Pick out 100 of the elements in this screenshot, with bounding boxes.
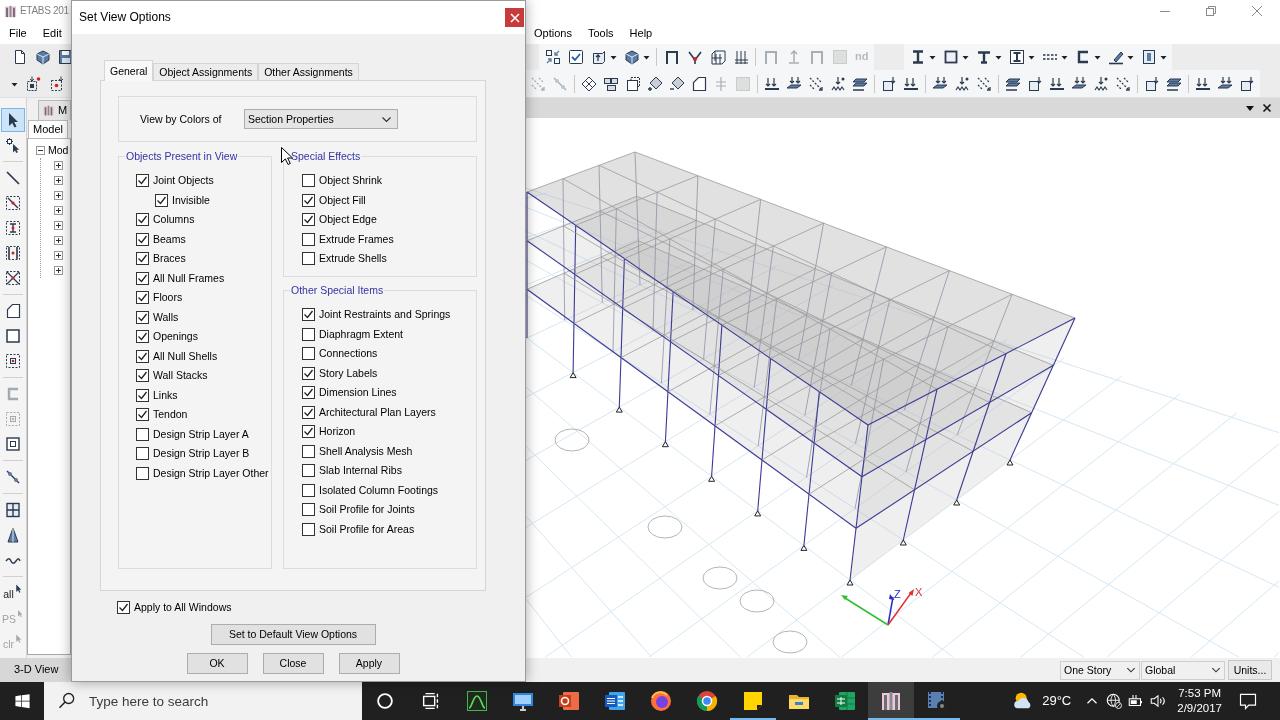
- checkbox[interactable]: [302, 464, 315, 478]
- checkbox[interactable]: [136, 349, 149, 363]
- joint-marker-icon[interactable]: [25, 75, 41, 92]
- box-arrow-icon[interactable]: [590, 49, 607, 65]
- joint-icon[interactable]: [686, 49, 703, 65]
- checkbox[interactable]: [302, 503, 315, 517]
- spring-icon[interactable]: [830, 75, 846, 92]
- column-panel-icon[interactable]: [1140, 49, 1157, 65]
- stacked-slabs-icon[interactable]: [852, 75, 868, 92]
- spring-icon[interactable]: [1093, 75, 1109, 92]
- dropdown[interactable]: One Story: [1060, 660, 1140, 680]
- checkbox[interactable]: [136, 466, 149, 480]
- globe-icon[interactable]: [1105, 692, 1124, 710]
- diamond-grid-icon[interactable]: [581, 75, 597, 92]
- checkbox[interactable]: [136, 252, 149, 266]
- default-options-button[interactable]: Set to Default View Options: [210, 624, 376, 645]
- tab[interactable]: Model: [28, 120, 68, 138]
- checkbox[interactable]: [136, 330, 149, 344]
- checkbox[interactable]: [136, 232, 149, 246]
- checkbox[interactable]: [302, 405, 315, 419]
- checkbox[interactable]: [136, 174, 149, 188]
- checkbox[interactable]: [117, 600, 130, 614]
- tab[interactable]: Object Assignments: [153, 63, 259, 80]
- caret-down-icon[interactable]: [1245, 103, 1255, 113]
- expand-icon[interactable]: [54, 221, 63, 230]
- pencil-icon[interactable]: [1107, 49, 1124, 65]
- checkbox[interactable]: [302, 252, 315, 266]
- checkbox[interactable]: [302, 193, 315, 207]
- checkbox[interactable]: [302, 174, 315, 188]
- close-button[interactable]: [505, 8, 524, 27]
- checkbox[interactable]: [136, 310, 149, 324]
- checkbox[interactable]: [136, 388, 149, 402]
- beam-arrows-icon[interactable]: [1195, 75, 1211, 92]
- expand-icon[interactable]: [54, 266, 63, 275]
- diagonal-arrows-icon[interactable]: [1115, 75, 1131, 92]
- checkbox[interactable]: [302, 366, 315, 380]
- elevation-grid-icon[interactable]: [709, 49, 726, 65]
- expand-icon[interactable]: [54, 161, 63, 170]
- checkbox[interactable]: [302, 386, 315, 400]
- tool-button[interactable]: all: [1, 581, 25, 605]
- checkbox[interactable]: [136, 369, 149, 383]
- box-arrows-icon[interactable]: [1027, 75, 1043, 92]
- polygon-icon[interactable]: [691, 75, 707, 92]
- box-arrows-icon[interactable]: [1144, 75, 1160, 92]
- checkbox[interactable]: [302, 425, 315, 439]
- checkbox[interactable]: [302, 213, 315, 227]
- checkbox[interactable]: [302, 444, 315, 458]
- checkbox[interactable]: [155, 193, 168, 207]
- dialog-button[interactable]: Apply: [338, 653, 400, 674]
- expand-icon[interactable]: [54, 176, 63, 185]
- plan-grid-icon[interactable]: [732, 49, 749, 65]
- dropdown[interactable]: Global: [1141, 660, 1225, 680]
- expand-icon[interactable]: [54, 191, 63, 200]
- checkbox[interactable]: [302, 327, 315, 341]
- tab[interactable]: Other Assignments: [258, 63, 359, 80]
- diagonal-arrows-icon[interactable]: [808, 75, 824, 92]
- expand-icon[interactable]: [54, 236, 63, 245]
- units-button[interactable]: Units...: [1228, 660, 1272, 680]
- checkbox-icon[interactable]: [567, 49, 584, 65]
- checkbox[interactable]: [136, 408, 149, 422]
- cube-icon[interactable]: [623, 49, 640, 65]
- checkbox[interactable]: [302, 308, 315, 322]
- checkbox[interactable]: [136, 271, 149, 285]
- collapse-icon[interactable]: [36, 146, 45, 155]
- checkbox[interactable]: [136, 213, 149, 227]
- view-tab[interactable]: 3-D View: [0, 658, 71, 682]
- stacked-slabs-icon[interactable]: [1005, 75, 1021, 92]
- checkbox[interactable]: [302, 522, 315, 536]
- fit-arrows-icon[interactable]: [544, 49, 561, 65]
- beam-arrows-icon[interactable]: [764, 75, 780, 92]
- slab-arrows-icon[interactable]: [786, 75, 802, 92]
- boxed-i-beam-icon[interactable]: [1008, 49, 1025, 65]
- tilted-square-plus-icon[interactable]: [647, 75, 663, 92]
- menu-item[interactable]: Help: [621, 22, 661, 44]
- spring-icon[interactable]: [954, 75, 970, 92]
- dialog-button[interactable]: OK: [186, 653, 248, 674]
- box-arrows-icon[interactable]: [1239, 75, 1255, 92]
- checkbox[interactable]: [136, 427, 149, 441]
- window-tab[interactable]: M: [38, 100, 71, 120]
- clock-date[interactable]: 2/9/2017: [1177, 701, 1222, 716]
- cube-icon[interactable]: [34, 49, 51, 65]
- expand-icon[interactable]: [54, 251, 63, 260]
- t-beam-icon[interactable]: [975, 49, 992, 65]
- speaker-icon[interactable]: [1149, 692, 1168, 710]
- clock-time[interactable]: 7:53 PM: [1178, 686, 1222, 701]
- menu-item[interactable]: File: [1, 22, 35, 44]
- box-arrows-icon[interactable]: [881, 75, 897, 92]
- diagonal-arrows-icon[interactable]: [976, 75, 992, 92]
- temperature-text[interactable]: 29°C: [1042, 693, 1072, 709]
- corner-box-icon[interactable]: [625, 75, 641, 92]
- checkbox[interactable]: [302, 483, 315, 497]
- stacked-blocks-icon[interactable]: [603, 75, 619, 92]
- checkbox[interactable]: [302, 347, 315, 361]
- close-icon[interactable]: [1262, 103, 1272, 113]
- beam-arrows-icon[interactable]: [903, 75, 919, 92]
- taskbar-button[interactable]: [868, 682, 914, 720]
- menu-item[interactable]: Options: [526, 22, 580, 44]
- slab-arrows-icon[interactable]: [932, 75, 948, 92]
- dashed-square-icon[interactable]: [49, 75, 65, 92]
- tilted-square-minus-icon[interactable]: [669, 75, 685, 92]
